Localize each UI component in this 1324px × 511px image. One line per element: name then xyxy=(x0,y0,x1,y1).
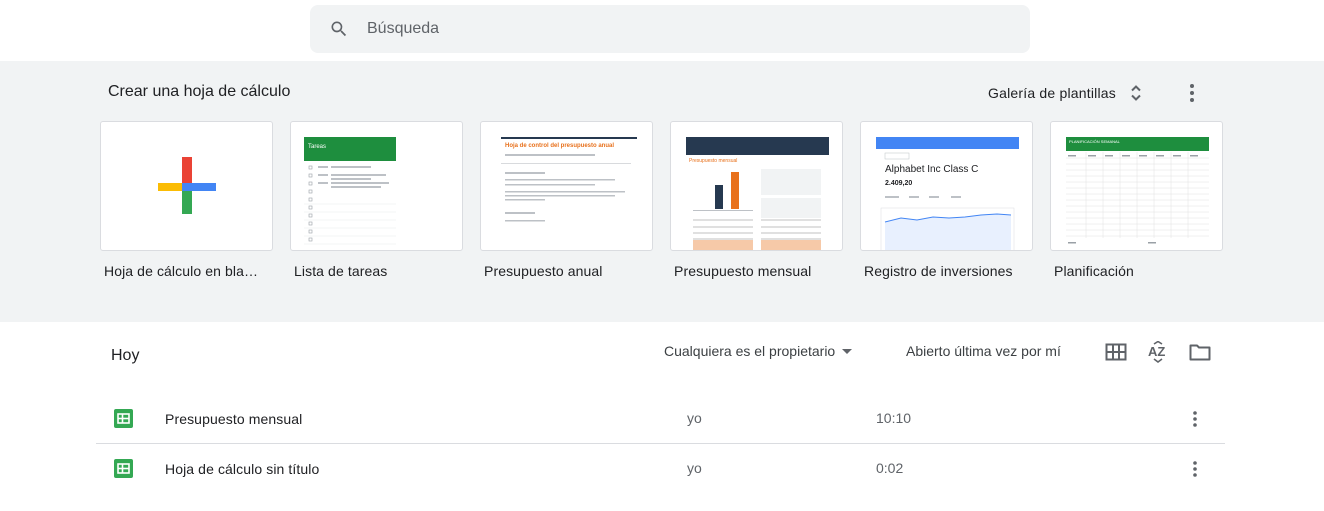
stock-chart-preview xyxy=(880,152,1015,250)
template-thumbnail[interactable]: Tareas xyxy=(290,121,463,251)
file-name: Presupuesto mensual xyxy=(165,411,303,427)
template-name: Registro de inversiones xyxy=(864,263,1013,279)
template-thumbnail[interactable]: PLANIFICACIÓN SEMANAL xyxy=(1050,121,1223,251)
budget-chart-preview xyxy=(693,169,821,250)
search-box[interactable] xyxy=(310,5,1030,53)
folder-icon[interactable] xyxy=(1186,338,1214,366)
sheets-file-icon xyxy=(114,409,133,428)
file-row[interactable]: Hoja de cálculo sin título yo 0:02 xyxy=(96,444,1225,494)
sheets-file-icon xyxy=(114,459,133,478)
template-thumbnail[interactable]: Hoja de control del presupuesto anual xyxy=(480,121,653,251)
checklist-preview xyxy=(304,165,396,245)
section-title: Hoy xyxy=(111,347,140,364)
template-monthly-budget[interactable]: Presupuesto mensual Presupuesto mensual xyxy=(670,121,843,279)
gallery-title: Crear una hoja de cálculo xyxy=(108,83,291,100)
owner-filter-label: Cualquiera es el propietario xyxy=(664,343,836,359)
file-owner: yo xyxy=(687,460,702,476)
file-row[interactable]: Presupuesto mensual yo 10:10 xyxy=(96,394,1225,444)
file-last-opened: 0:02 xyxy=(876,460,904,476)
template-thumbnail[interactable]: Presupuesto mensual xyxy=(670,121,843,251)
template-investment-tracker[interactable]: Alphabet Inc Class C 2.409,20 Registro d… xyxy=(860,121,1033,279)
document-preview xyxy=(501,154,631,222)
svg-text:AZ: AZ xyxy=(1148,344,1165,359)
file-last-opened: 10:10 xyxy=(876,410,912,426)
plus-icon xyxy=(158,157,216,214)
sort-by-last-opened[interactable]: Abierto última vez por mí xyxy=(906,343,1061,359)
owner-filter-dropdown[interactable]: Cualquiera es el propietario xyxy=(664,343,853,359)
more-options-icon[interactable] xyxy=(1182,406,1208,432)
template-name: Planificación xyxy=(1054,263,1134,279)
more-options-icon[interactable] xyxy=(1182,456,1208,482)
unfold-icon xyxy=(1128,81,1144,105)
template-name: Hoja de cálculo en blanco xyxy=(104,263,265,279)
files-list-header: Hoy Cualquiera es el propietario Abierto… xyxy=(0,322,1324,392)
search-input[interactable] xyxy=(367,20,967,38)
top-bar xyxy=(0,0,1324,61)
grid-view-icon[interactable] xyxy=(1102,338,1130,366)
gallery-more-options-icon[interactable] xyxy=(1176,77,1208,109)
template-gallery-button[interactable]: Galería de plantillas xyxy=(976,75,1156,111)
dropdown-arrow-icon xyxy=(842,348,853,354)
template-planning[interactable]: PLANIFICACIÓN SEMANAL Planificación xyxy=(1050,121,1223,279)
schedule-grid-preview xyxy=(1066,152,1209,244)
template-annual-budget[interactable]: Hoja de control del presupuesto anual Pr… xyxy=(480,121,653,279)
template-gallery-label: Galería de plantillas xyxy=(988,85,1116,101)
template-name: Lista de tareas xyxy=(294,263,388,279)
template-tasks[interactable]: Tareas Lista de tareas xyxy=(290,121,463,279)
file-name: Hoja de cálculo sin título xyxy=(165,461,320,477)
template-name: Presupuesto mensual xyxy=(674,263,812,279)
template-thumbnail[interactable] xyxy=(100,121,273,251)
sort-az-icon[interactable]: AZ xyxy=(1144,338,1172,366)
template-gallery: Crear una hoja de cálculo Galería de pla… xyxy=(0,61,1324,322)
file-owner: yo xyxy=(687,410,702,426)
template-thumbnail[interactable]: Alphabet Inc Class C 2.409,20 xyxy=(860,121,1033,251)
search-icon[interactable] xyxy=(327,17,351,41)
template-blank[interactable]: Hoja de cálculo en blanco xyxy=(100,121,273,279)
template-name: Presupuesto anual xyxy=(484,263,603,279)
